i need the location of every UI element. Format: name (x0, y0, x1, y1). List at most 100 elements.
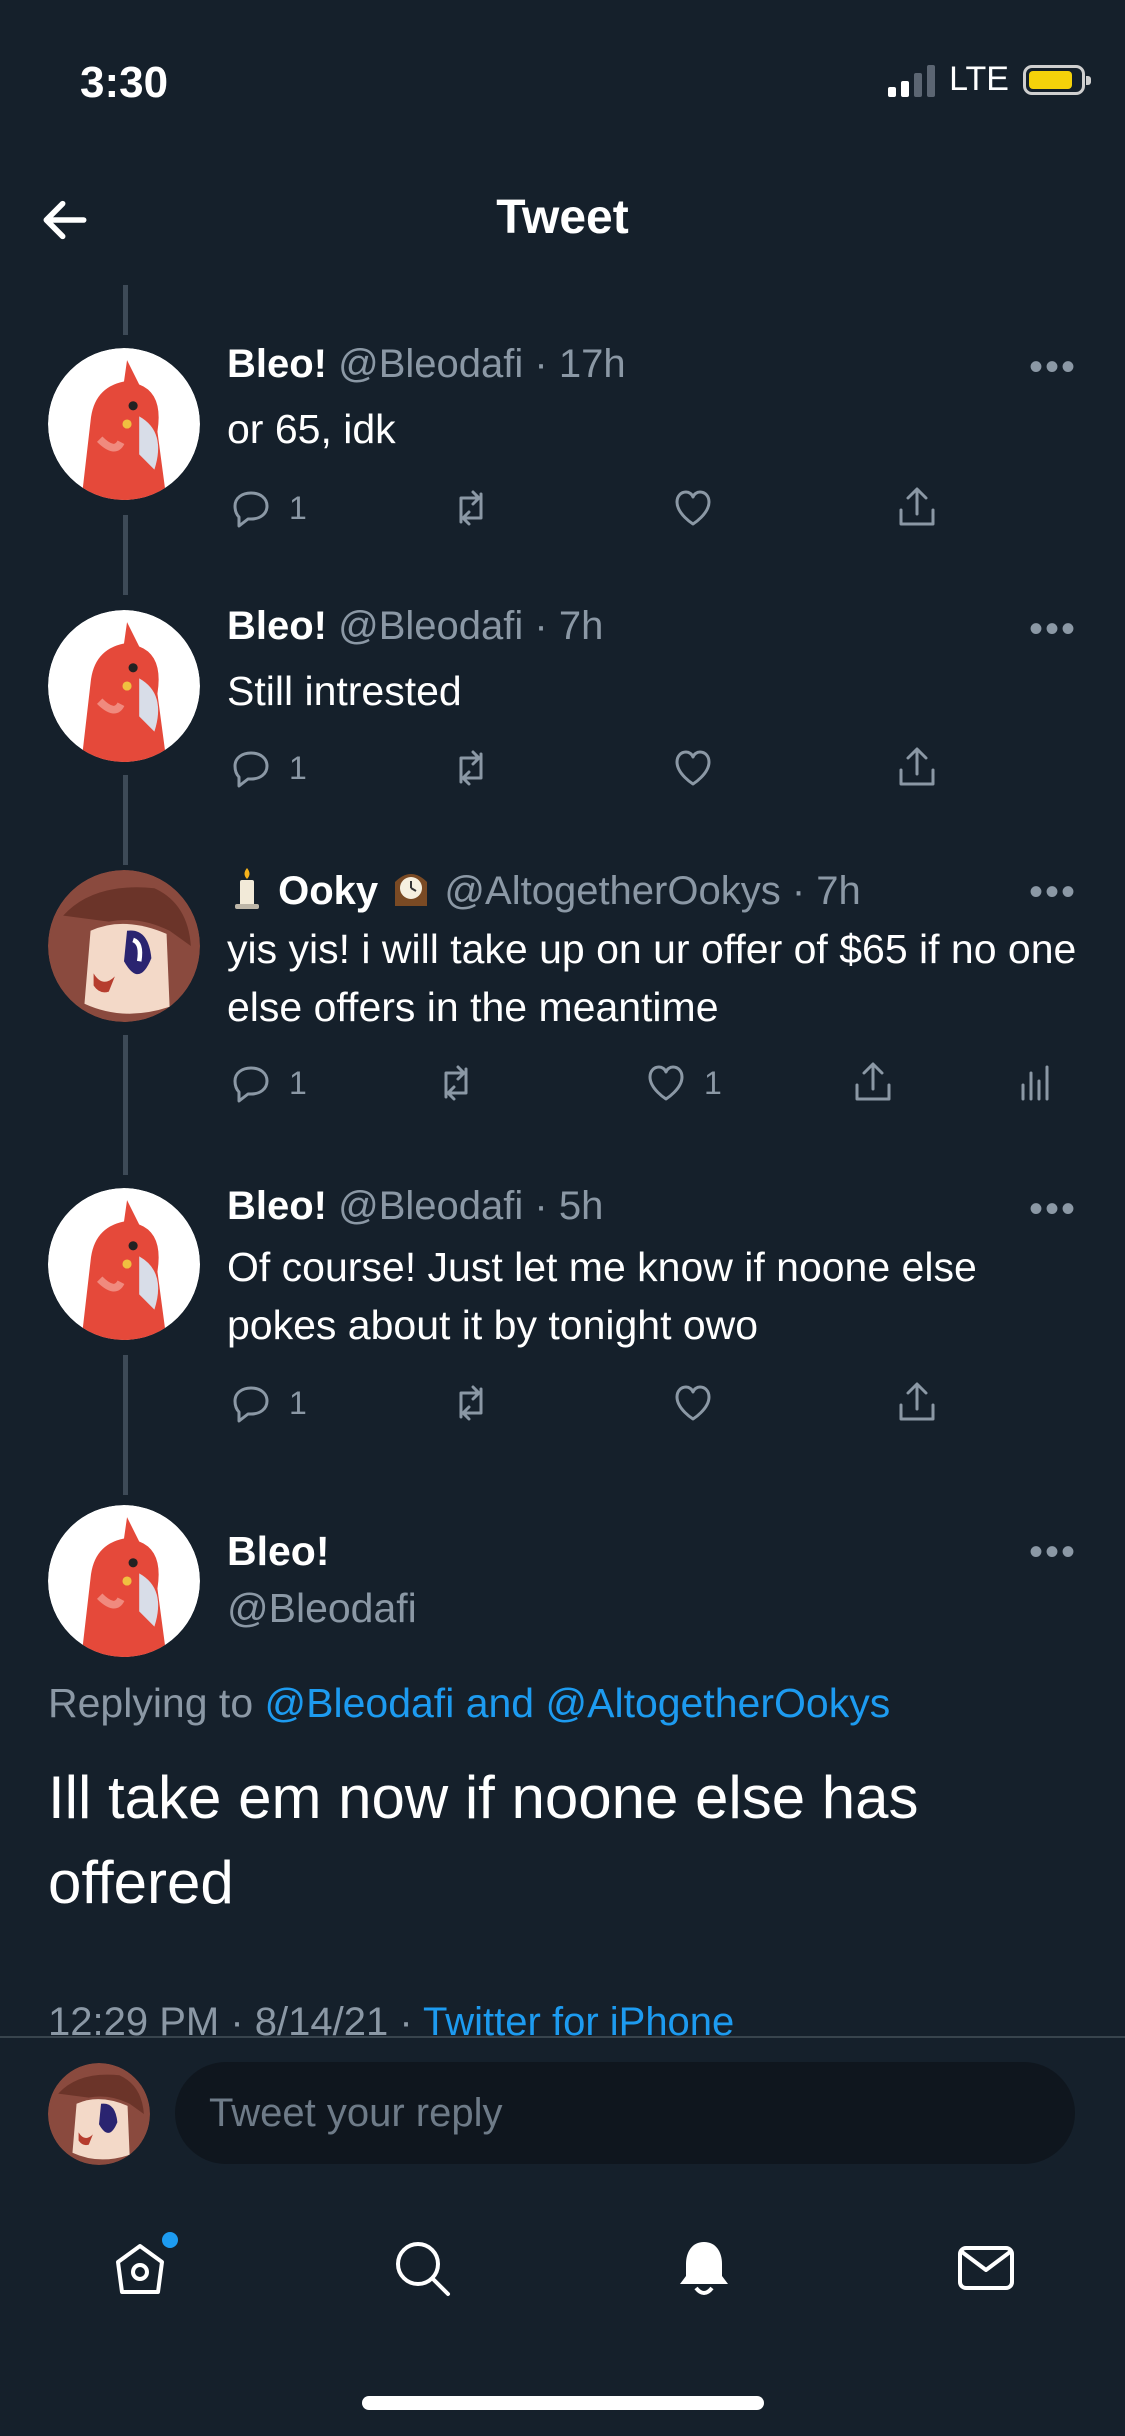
display-name[interactable]: Bleo! (227, 1184, 327, 1228)
unread-dot (162, 2232, 178, 2248)
share-icon (855, 1062, 891, 1101)
signal-strength-icon (888, 63, 936, 97)
retweet-icon (459, 750, 483, 786)
candle-icon (227, 866, 267, 920)
thread-line (123, 285, 128, 335)
separator-dot: · (780, 869, 817, 913)
like-count: 1 (704, 1064, 722, 1101)
tab-home[interactable] (100, 2228, 180, 2308)
thread-line (123, 1035, 128, 1175)
separator-dot: · (523, 1184, 559, 1228)
reply-button[interactable]: 1 (227, 480, 307, 536)
reply-icon (233, 751, 269, 788)
tweet-time: 17h (558, 342, 626, 386)
heart-icon (675, 750, 711, 786)
tweet-meta: 12:29 PM · 8/14/21 · Twitter for iPhone (48, 2000, 734, 2038)
more-options-button[interactable]: ••• (1029, 1530, 1077, 1575)
retweet-icon (459, 1385, 483, 1421)
thread-line (123, 775, 128, 865)
replying-prefix: Replying to (48, 1680, 265, 1726)
status-time: 3:30 (80, 58, 169, 107)
tweet-time: 7h (558, 604, 604, 648)
avatar[interactable] (48, 2063, 150, 2165)
search-icon (396, 2242, 450, 2296)
reply-icon (233, 1066, 269, 1103)
share-button[interactable] (849, 1055, 897, 1111)
like-button[interactable] (669, 740, 731, 796)
tweet-text: Of course! Just let me know if noone els… (227, 1244, 977, 1348)
reply-input[interactable] (175, 2062, 1075, 2164)
like-button[interactable]: 1 (642, 1055, 722, 1111)
separator-dot: · (523, 342, 559, 386)
more-options-button[interactable]: ••• (1029, 345, 1077, 390)
analytics-icon (1021, 1065, 1049, 1101)
tab-search[interactable] (382, 2228, 462, 2308)
replying-to: Replying to @Bleodafi and @AltogetherOok… (48, 1680, 890, 1727)
bell-icon (680, 2242, 728, 2295)
like-button[interactable] (669, 1375, 731, 1431)
reply-icon (233, 491, 269, 528)
tab-notifications[interactable] (664, 2228, 744, 2308)
tweet-actions: 1 1 (227, 1055, 1087, 1111)
analytics-button[interactable] (1011, 1055, 1059, 1111)
heart-icon (675, 490, 711, 526)
avatar[interactable] (48, 348, 200, 500)
share-icon (899, 1382, 935, 1421)
heart-icon (675, 1385, 711, 1421)
more-options-button[interactable]: ••• (1029, 1187, 1077, 1232)
display-name[interactable]: Ooky (278, 869, 378, 913)
replying-to-link[interactable]: @Bleodafi and @AltogetherOokys (265, 1680, 891, 1726)
reply-count: 1 (289, 749, 307, 786)
avatar[interactable] (48, 870, 200, 1022)
tweet-actions: 1 (227, 480, 1087, 536)
avatar[interactable] (48, 1505, 200, 1657)
main-tweet-text: Ill take em now if noone else has offere… (48, 1764, 919, 1916)
tweet-header: Bleo! @Bleodafi · 17h (227, 342, 626, 387)
tweet-actions: 1 (227, 1375, 1087, 1431)
retweet-button[interactable] (447, 1375, 509, 1431)
tweet-text: Still intrested (227, 668, 462, 714)
tweet-header: Ooky @AltogetherOokys · 7h (227, 866, 861, 920)
clock-icon (389, 866, 433, 920)
retweet-button[interactable] (432, 1055, 494, 1111)
reply-icon (233, 1386, 269, 1423)
home-icon (116, 2244, 164, 2294)
handle[interactable]: @Bleodafi (227, 1585, 417, 1632)
handle[interactable]: @Bleodafi (338, 604, 523, 648)
handle[interactable]: @Bleodafi (338, 342, 523, 386)
more-options-button[interactable]: ••• (1029, 870, 1077, 915)
like-button[interactable] (669, 480, 731, 536)
display-name[interactable]: Bleo! (227, 1528, 330, 1575)
tweet-header: Bleo! @Bleodafi · 7h (227, 604, 603, 649)
retweet-button[interactable] (447, 740, 509, 796)
handle[interactable]: @Bleodafi (338, 1184, 523, 1228)
reply-button[interactable]: 1 (227, 1375, 307, 1431)
avatar[interactable] (48, 1188, 200, 1340)
share-button[interactable] (893, 1375, 941, 1431)
separator-dot: · (523, 604, 559, 648)
share-button[interactable] (893, 480, 941, 536)
nav-bar: Tweet (0, 150, 1125, 285)
battery-icon (1023, 64, 1091, 95)
avatar[interactable] (48, 610, 200, 762)
display-name[interactable]: Bleo! (227, 342, 327, 386)
status-bar: 3:30 LTE (0, 0, 1125, 150)
mail-icon (958, 2246, 1014, 2290)
tab-messages[interactable] (946, 2228, 1026, 2308)
share-button[interactable] (893, 740, 941, 796)
tweet-text: yis yis! i will take up on ur offer of $… (227, 926, 1077, 1030)
source-link[interactable]: Twitter for iPhone (423, 2000, 734, 2038)
reply-button[interactable]: 1 (227, 1055, 307, 1111)
reply-button[interactable]: 1 (227, 740, 307, 796)
display-name[interactable]: Bleo! (227, 604, 327, 648)
retweet-button[interactable] (447, 480, 509, 536)
handle[interactable]: @AltogetherOokys (444, 869, 780, 913)
tweet-header: Bleo! @Bleodafi · 5h (227, 1184, 603, 1229)
retweet-icon (459, 490, 483, 526)
reply-count: 1 (289, 1064, 307, 1101)
heart-icon (648, 1065, 684, 1101)
timestamp: 12:29 PM · 8/14/21 · (48, 2000, 424, 2038)
page-title: Tweet (496, 191, 629, 244)
more-options-button[interactable]: ••• (1029, 607, 1077, 652)
share-icon (899, 747, 935, 786)
